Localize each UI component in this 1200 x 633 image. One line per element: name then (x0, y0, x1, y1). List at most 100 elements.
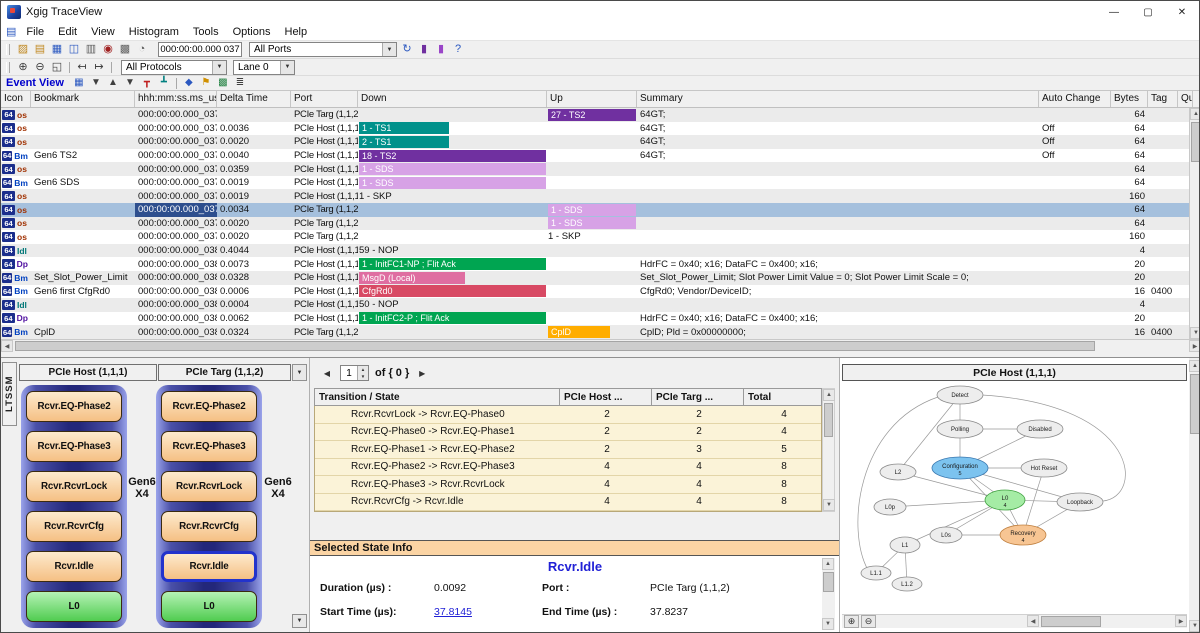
spin-up-icon[interactable]: ▲ (358, 366, 368, 373)
col-header-icon[interactable]: Icon (1, 91, 31, 107)
trace-row[interactable]: 64BmGen6 TS2000:00:00.000_0370.0040PCIe … (1, 149, 1200, 163)
info-scrollbar[interactable]: ▲▼ (822, 558, 835, 630)
trace-vscrollbar[interactable]: ▲▼ (1189, 108, 1200, 339)
sort-down-icon[interactable]: ▼ (122, 77, 138, 89)
scroll-thumb[interactable] (823, 572, 834, 592)
scroll-up-icon[interactable]: ▲ (1190, 108, 1200, 120)
trace-row[interactable]: 64BmSet_Slot_Power_Limit000:00:00.000_03… (1, 271, 1200, 285)
trace-row[interactable]: 64Idl000:00:00.000_0380.0004PCIe Host (1… (1, 298, 1200, 312)
trace-row[interactable]: 64Dp000:00:00.000_0380.0073PCIe Host (1,… (1, 257, 1200, 271)
scroll-up-icon[interactable]: ▲ (1189, 360, 1200, 372)
ltssm-node-l11[interactable]: L1.1 (861, 566, 891, 580)
col-header-summary[interactable]: Summary (637, 91, 1039, 107)
toolbar-grip[interactable] (6, 62, 10, 73)
ltssm-scroll-down-icon[interactable]: ▼ (292, 614, 307, 628)
ltssm-state-rcvr-rcvrcfg[interactable]: Rcvr.RcvrCfg (26, 511, 122, 542)
trace-row[interactable]: 64os000:00:00.000_0370.0020PCIe Targ (1,… (1, 230, 1200, 244)
trace-row[interactable]: 64os000:00:00.000_0370.0019PCIe Host (1,… (1, 189, 1200, 203)
protocols-dropdown[interactable]: All Protocols ▼ (121, 60, 227, 75)
chevron-down-icon[interactable]: ▼ (382, 43, 396, 56)
col-header-delta-time[interactable]: Delta Time (217, 91, 291, 107)
trace-hscrollbar[interactable]: ◀▶ (1, 339, 1200, 352)
decode-purple-icon[interactable]: ▮ (416, 43, 432, 57)
scroll-thumb[interactable] (1191, 122, 1200, 162)
zoom-fit-icon[interactable]: ◱ (49, 60, 65, 74)
scroll-track[interactable] (1190, 120, 1200, 327)
trace-row[interactable]: 64Dp000:00:00.000_0380.0062PCIe Host (1,… (1, 312, 1200, 326)
scroll-left-icon[interactable]: ◀ (1, 340, 13, 352)
menu-file[interactable]: File (19, 25, 51, 39)
ltssm-node-configuration[interactable]: Configuration5 (932, 457, 988, 479)
ltssm-state-rcvr-rcvrlock[interactable]: Rcvr.RcvrLock (26, 471, 122, 502)
scroll-track[interactable] (822, 570, 835, 618)
scroll-left-icon[interactable]: ◀ (1027, 615, 1039, 627)
ltssm-node-l2[interactable]: L2 (880, 464, 916, 480)
ltssm-state-rcvr-rcvrlock[interactable]: Rcvr.RcvrLock (161, 471, 257, 502)
ltssm-state-l0[interactable]: L0 (26, 591, 122, 622)
scroll-track[interactable] (1039, 615, 1175, 628)
open-folder-icon[interactable]: ▤ (32, 43, 48, 57)
transition-row[interactable]: Rcvr.EQ-Phase0 -> Rcvr.EQ-Phase1224 (315, 424, 821, 442)
col-header-down[interactable]: Down (358, 91, 547, 107)
scroll-thumb[interactable] (15, 341, 1095, 351)
ltssm-node-disabled[interactable]: Disabled (1017, 420, 1063, 438)
minimize-button[interactable]: — (1097, 1, 1131, 23)
trace-row[interactable]: 64BmCplD000:00:00.000_0380.0324PCIe Targ… (1, 325, 1200, 339)
ltssm-node-polling[interactable]: Polling (937, 420, 983, 438)
tee-red-icon[interactable]: ┳ (139, 77, 155, 89)
diagram-hscrollbar[interactable]: ◀▶ (1027, 615, 1187, 628)
menu-histogram[interactable]: Histogram (122, 25, 186, 39)
open-trace-icon[interactable]: ▨ (15, 43, 31, 57)
ltssm-state-rcvr-rcvrcfg[interactable]: Rcvr.RcvrCfg (161, 511, 257, 542)
capture-icon[interactable]: ◉ (100, 43, 116, 57)
scroll-track[interactable] (823, 401, 834, 499)
time-field[interactable]: 000:00:00.000 037 (158, 42, 242, 57)
grid-view-icon[interactable]: ▩ (117, 43, 133, 57)
ltssm-node-l0s[interactable]: L0s (930, 527, 962, 543)
ltssm-node-detect[interactable]: Detect (937, 386, 983, 404)
zoom-in-icon[interactable]: ⊕ (15, 60, 31, 74)
trace-row[interactable]: 64BmGen6 SDS000:00:00.000_0370.0019PCIe … (1, 176, 1200, 190)
scroll-thumb[interactable] (1190, 374, 1200, 434)
trace-row[interactable]: 64BmGen6 first CfgRd0000:00:00.000_0380.… (1, 285, 1200, 299)
scroll-track[interactable] (13, 340, 1189, 352)
help-icon[interactable]: ? (450, 43, 466, 57)
zoom-out-icon[interactable]: ⊖ (32, 60, 48, 74)
ltssm-state-l0[interactable]: L0 (161, 591, 257, 622)
marker-icon[interactable]: ◆ (181, 77, 197, 89)
list-icon[interactable]: ≣ (232, 77, 248, 89)
ltssm-node-l1[interactable]: L1 (890, 537, 920, 553)
ltssm-port-header-1[interactable]: PCIe Targ (1,1,2) (158, 364, 291, 381)
sort-up-icon[interactable]: ▲ (105, 77, 121, 89)
ltssm-node-l12[interactable]: L1.2 (892, 577, 922, 591)
maximize-button[interactable]: ▢ (1131, 1, 1165, 23)
save-as-icon[interactable]: ◫ (66, 43, 82, 57)
transition-row[interactable]: Rcvr.RcvrCfg -> Rcvr.Idle448 (315, 494, 821, 512)
transition-row[interactable]: Rcvr.RcvrLock -> Rcvr.EQ-Phase0224 (315, 406, 821, 424)
ltssm-node-hotreset[interactable]: Hot Reset (1021, 459, 1067, 477)
view-menu-icon[interactable]: ▼ (88, 77, 104, 89)
transitions-scrollbar[interactable]: ▲▼ (822, 388, 835, 512)
ltssm-state-rcvr-idle[interactable]: Rcvr.Idle (26, 551, 122, 582)
toolbar-grip[interactable] (6, 44, 10, 55)
trace-row[interactable]: 64os000:00:00.000_0370.0034PCIe Targ (1,… (1, 203, 1200, 217)
tee-teal-icon[interactable]: ┻ (156, 77, 172, 89)
color-grid-icon[interactable]: ▩ (215, 77, 231, 89)
ltssm-state-rcvr-idle[interactable]: Rcvr.Idle (161, 551, 257, 582)
page-spinner[interactable]: 1 ▲▼ (340, 365, 369, 381)
ltssm-dropdown-chevron-icon[interactable]: ▼ (292, 364, 307, 381)
col-header-qu[interactable]: Qu (1178, 91, 1193, 107)
ltssm-state-rcvr-eq-phase2[interactable]: Rcvr.EQ-Phase2 (26, 391, 122, 422)
ltssm-node-l0[interactable]: L04 (985, 490, 1025, 510)
col-header-bookmark[interactable]: Bookmark (31, 91, 135, 107)
scroll-down-icon[interactable]: ▼ (1189, 620, 1200, 632)
diagram-vscrollbar[interactable]: ▲▼ (1189, 360, 1200, 632)
scroll-down-icon[interactable]: ▼ (1190, 327, 1200, 339)
spin-down-icon[interactable]: ▼ (358, 373, 368, 380)
prev-page-button[interactable]: ◀ (320, 366, 334, 380)
menu-options[interactable]: Options (226, 25, 278, 39)
ltssm-state-rcvr-eq-phase3[interactable]: Rcvr.EQ-Phase3 (26, 431, 122, 462)
menu-edit[interactable]: Edit (51, 25, 84, 39)
refresh-icon[interactable]: ↻ (399, 43, 415, 57)
goto-start-icon[interactable]: ↤ (74, 60, 90, 74)
